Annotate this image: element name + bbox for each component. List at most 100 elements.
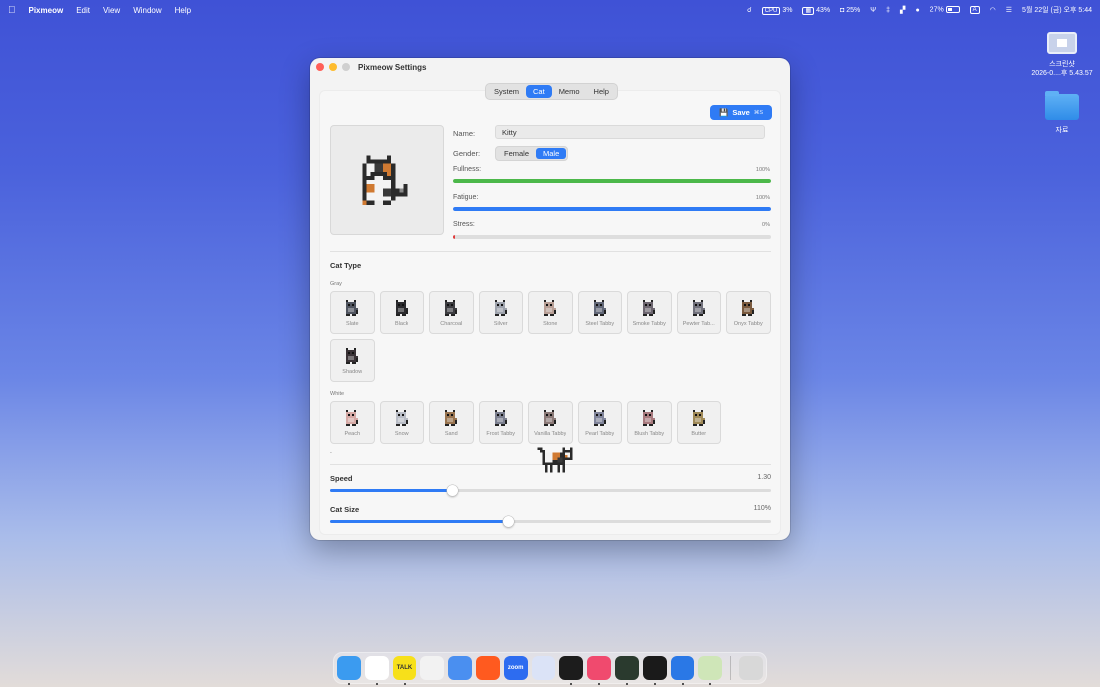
cat-sprite-icon <box>643 300 656 316</box>
trash-icon[interactable] <box>739 656 763 680</box>
cat-type-label: Charcoal <box>440 321 463 327</box>
cat-sprite-icon <box>494 300 507 316</box>
fatigue-bar <box>453 207 771 211</box>
layout-icon[interactable]: ▞ <box>900 6 905 14</box>
battery-status[interactable]: 27% <box>930 6 960 14</box>
cat-type-option[interactable]: Onyx Tabby <box>726 291 771 334</box>
cat-type-label: Slate <box>345 321 359 327</box>
wifi-icon[interactable]: ◠ <box>990 6 996 14</box>
zoom-icon[interactable]: zoom <box>503 656 528 680</box>
file-label: 스크린샷 <box>1049 61 1075 68</box>
title-bar[interactable]: Pixmeow Settings <box>310 58 790 76</box>
mail-icon[interactable] <box>448 656 472 680</box>
instagram-icon[interactable] <box>420 656 445 680</box>
memory-icon: ▦ <box>802 6 815 15</box>
stress-bar-fill <box>453 235 455 239</box>
xcode-icon[interactable] <box>670 656 695 685</box>
cat-type-option[interactable]: Sand <box>429 401 474 444</box>
antenna-icon[interactable]: ‡ <box>886 7 890 14</box>
desktop-screenshot-file[interactable]: 스크린샷 2026-0....후 5.43.57 <box>1027 32 1097 78</box>
clock[interactable]: 5월 22일 (금) 오후 5:44 <box>1022 5 1092 15</box>
minimize-button[interactable] <box>329 63 337 71</box>
activity-monitor-icon[interactable] <box>614 656 639 685</box>
cat-sprite-icon <box>346 348 359 364</box>
cat-type-option[interactable]: Peach <box>330 401 375 444</box>
kakaotalk-icon[interactable]: TALK <box>392 656 417 685</box>
cat-type-label: Shadow <box>342 369 363 375</box>
chrome-icon[interactable] <box>364 656 389 685</box>
save-button[interactable]: 💾 Save ⌘S <box>710 105 772 120</box>
gender-option-female[interactable]: Female <box>497 148 536 159</box>
cat-type-option[interactable]: Pewter Tab... <box>676 291 721 334</box>
stress-label: Stress: <box>453 221 475 228</box>
terminal-icon[interactable] <box>559 656 584 685</box>
folder-icon <box>1045 91 1079 120</box>
memory-status[interactable]: ▦ 43% <box>802 6 830 15</box>
tab-cat[interactable]: Cat <box>526 85 552 98</box>
github-icon[interactable] <box>642 656 667 685</box>
speed-slider[interactable] <box>330 485 771 496</box>
cat-type-option[interactable]: Butter <box>676 401 721 444</box>
cat-grid-gray: Slate Black Charcoal Silver Stone Steel Tabby… <box>330 291 780 382</box>
menu-view[interactable]: View <box>103 6 120 15</box>
cat-type-option[interactable]: Frost Tabby <box>478 401 523 444</box>
cat-type-option[interactable]: Vanilla Tabby <box>528 401 573 444</box>
gender-option-male[interactable]: Male <box>536 148 567 159</box>
desktop-folder[interactable]: 자료 <box>1027 91 1097 135</box>
cat-type-option[interactable]: Slate <box>330 291 375 334</box>
cat-type-option[interactable]: Pearl Tabby <box>577 401 622 444</box>
cat-type-label: Vanilla Tabby <box>534 431 567 437</box>
cat-sprite-icon <box>742 300 755 316</box>
speed-label: Speed <box>330 474 353 483</box>
cat-type-option[interactable]: Snow <box>379 401 424 444</box>
cat-type-option[interactable]: Silver <box>478 291 523 334</box>
apple-icon[interactable]:  <box>8 5 16 16</box>
cat-type-label: Steel Tabby <box>585 321 615 327</box>
name-input[interactable]: Kitty <box>495 125 765 139</box>
zoom-button[interactable] <box>342 63 350 71</box>
close-button[interactable] <box>316 63 324 71</box>
divider <box>330 251 771 252</box>
speed-value: 1.30 <box>757 474 771 481</box>
desktop-pet-cat[interactable] <box>535 440 575 480</box>
cat-size-slider[interactable] <box>330 516 771 527</box>
cat-sprite-icon <box>445 300 458 316</box>
cat-type-option[interactable]: Stone <box>528 291 573 334</box>
menu-help[interactable]: Help <box>175 6 191 15</box>
tab-help[interactable]: Help <box>587 85 616 98</box>
cat-type-option[interactable]: Smoke Tabby <box>627 291 672 334</box>
cat-type-option[interactable]: Shadow <box>330 339 375 382</box>
control-center-icon[interactable]: ☰ <box>1006 6 1012 14</box>
battery-icon <box>945 6 960 14</box>
pixmeow-icon[interactable] <box>698 656 723 685</box>
menu-edit[interactable]: Edit <box>76 6 90 15</box>
dock: TALK zoom <box>333 652 767 685</box>
cart-icon[interactable]: ☌ <box>747 6 752 14</box>
fatigue-label: Fatigue: <box>453 194 479 201</box>
window-title: Pixmeow Settings <box>358 62 427 72</box>
pitchfork-icon[interactable]: Ψ <box>870 7 876 14</box>
cat-preview <box>330 125 444 235</box>
cat-type-option[interactable]: Black <box>379 291 424 334</box>
cat-sprite-icon <box>643 410 656 426</box>
finder-icon[interactable] <box>337 656 361 685</box>
stress-bar <box>453 235 771 239</box>
disk-status[interactable]: ◘ 25% <box>840 7 860 14</box>
input-source[interactable]: A <box>969 6 980 14</box>
music-player-icon[interactable] <box>587 656 611 685</box>
menu-window[interactable]: Window <box>133 6 161 15</box>
tab-system[interactable]: System <box>487 85 526 98</box>
running-indicator <box>681 683 684 685</box>
cat-grid-white: Peach Snow Sand Frost Tabby Vanilla Tabby Pea… <box>330 401 780 444</box>
copilot-icon[interactable] <box>531 656 556 680</box>
name-label: Name: <box>453 129 476 138</box>
reddit-icon[interactable] <box>475 656 500 680</box>
tab-memo[interactable]: Memo <box>552 85 587 98</box>
fullness-value: 100% <box>755 167 770 173</box>
cat-type-option[interactable]: Blush Tabby <box>627 401 672 444</box>
menu-app-name[interactable]: Pixmeow <box>29 6 64 15</box>
chat-icon[interactable]: ● <box>915 7 919 14</box>
cat-type-option[interactable]: Steel Tabby <box>577 291 622 334</box>
cpu-status[interactable]: CPU 3% <box>761 6 792 15</box>
cat-type-option[interactable]: Charcoal <box>429 291 474 334</box>
